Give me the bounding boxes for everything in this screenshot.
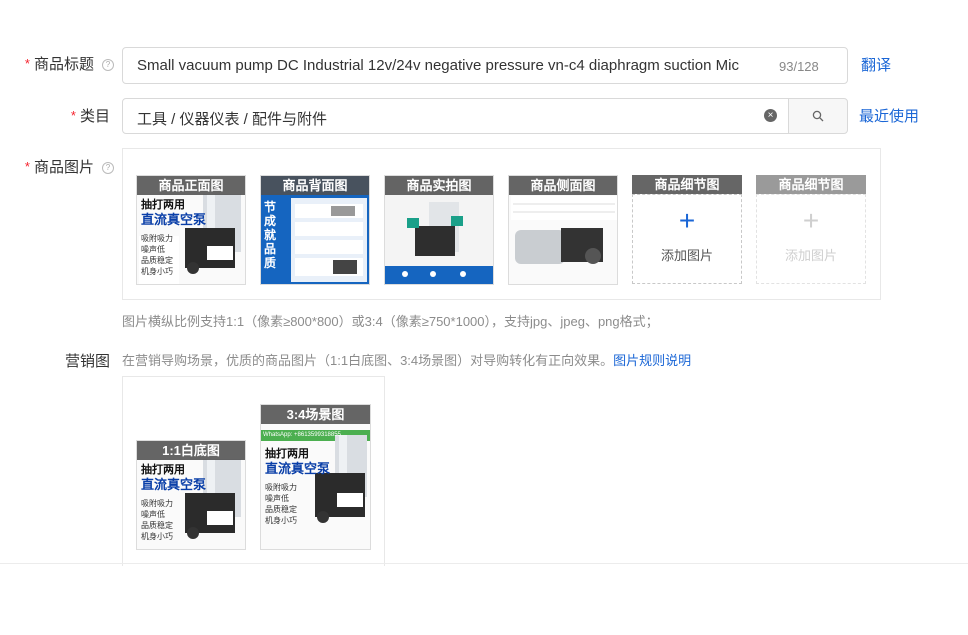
translate-link[interactable]: 翻译 (861, 54, 891, 75)
required-mark: * (24, 159, 30, 174)
image-headline-2: 直流真空泵 (265, 461, 331, 476)
image-tag: 商品背面图 (261, 176, 369, 195)
help-icon[interactable]: ? (102, 59, 114, 71)
image-bullet: 品质稳定 (141, 256, 173, 265)
image-bullet: 机身小巧 (265, 516, 297, 525)
image-bullet: 品质稳定 (141, 521, 173, 530)
image-tag: 商品细节图 (756, 175, 866, 194)
search-icon (812, 110, 824, 122)
image-bullet: 机身小巧 (141, 267, 173, 276)
images-label: * 商品图片? (14, 156, 114, 177)
vertical-char: 品 (264, 242, 277, 256)
vertical-char: 成 (264, 214, 277, 228)
top-cut-text (0, 0, 4, 5)
add-image-text: 添加图片 (784, 248, 837, 263)
vertical-char: 就 (264, 228, 277, 242)
category-label: * 类目 (14, 105, 110, 126)
image-bullet: 吸附吸力 (265, 483, 297, 492)
image-bullet: 机身小巧 (141, 532, 173, 541)
title-input-value: Small vacuum pump DC Industrial 12v/24v … (137, 57, 739, 74)
vertical-char: 节 (264, 200, 277, 214)
image-bullet: 吸附吸力 (141, 234, 173, 243)
images-label-text: 商品图片 (33, 159, 94, 176)
image-top-strip: WhatsApp: +8613599318855 (263, 432, 341, 438)
image-tag: 商品细节图 (632, 175, 742, 194)
image-bullet: 品质稳定 (265, 505, 297, 514)
title-input[interactable]: Small vacuum pump DC Industrial 12v/24v … (122, 47, 848, 84)
image-thumbnail-front[interactable]: 商品正面图 抽打两用 直流真空泵 吸附吸力 噪声低 品质稳定 机身小巧 (136, 175, 246, 285)
marketing-label: 营销图 (64, 353, 110, 370)
image-headline-2: 直流真空泵 (141, 477, 207, 492)
marketing-description-text: 在营销导购场景，优质的商品图片（1:1白底图、3:4场景图）对导购转化有正向效果… (122, 353, 614, 368)
required-mark: * (24, 56, 30, 71)
image-thumbnail-side[interactable]: 商品侧面图 (508, 175, 618, 285)
add-image-dropzone: + 添加图片 (756, 194, 866, 284)
image-bullet: 噪声低 (141, 510, 165, 519)
clear-icon[interactable]: × (764, 109, 777, 122)
title-label: * 商品标题? (14, 53, 114, 74)
category-search-button[interactable] (788, 98, 848, 134)
image-tag: 3:4场景图 (261, 405, 370, 424)
image-headline-2: 直流真空泵 (141, 212, 207, 227)
marketing-description: 在营销导购场景，优质的商品图片（1:1白底图、3:4场景图）对导购转化有正向效果… (122, 350, 691, 369)
add-image-placeholder-disabled: 商品细节图 + 添加图片 (756, 175, 866, 285)
plus-icon: + (802, 205, 820, 236)
images-hint: 图片横纵比例支持1:1（像素≥800*800）或3:4（像素≥750*1000）… (122, 314, 659, 329)
category-label-text: 类目 (79, 108, 110, 125)
bottom-divider (0, 563, 968, 564)
plus-icon: + (678, 205, 696, 236)
add-image-text: 添加图片 (660, 248, 713, 263)
image-vertical-text: 节 成 就 品 质 (264, 200, 278, 270)
image-rules-link[interactable]: 图片规则说明 (613, 353, 691, 368)
title-label-text: 商品标题 (33, 56, 94, 73)
image-tag: 商品正面图 (137, 176, 245, 195)
image-bullet: 吸附吸力 (141, 499, 173, 508)
image-bullet: 噪声低 (265, 494, 289, 503)
image-thumbnail-real[interactable]: 商品实拍图 (384, 175, 494, 285)
required-mark: * (70, 108, 76, 123)
title-char-counter: 93/128 (779, 59, 819, 74)
category-input[interactable]: 工具 / 仪器仪表 / 配件与附件 × (122, 98, 790, 134)
image-thumbnail-back[interactable]: 商品背面图 节 成 就 品 质 (260, 175, 370, 285)
category-input-value: 工具 / 仪器仪表 / 配件与附件 (137, 111, 328, 128)
image-bullet: 噪声低 (141, 245, 165, 254)
help-icon[interactable]: ? (102, 162, 114, 174)
vertical-char: 质 (264, 256, 277, 270)
marketing-image-square[interactable]: 1:1白底图 抽打两用 直流真空泵 吸附吸力 噪声低 品质稳定 机身小巧 (136, 440, 246, 550)
add-image-dropzone[interactable]: + 添加图片 (632, 194, 742, 284)
scene-product-image (261, 405, 370, 549)
marketing-image-portrait[interactable]: 3:4场景图 WhatsApp: +8613599318855 抽打两用 直流真… (260, 404, 371, 550)
image-tag: 商品侧面图 (509, 176, 617, 195)
recent-used-link[interactable]: 最近使用 (859, 105, 919, 126)
add-image-placeholder[interactable]: 商品细节图 + 添加图片 (632, 175, 742, 285)
image-tag: 商品实拍图 (385, 176, 493, 195)
image-tag: 1:1白底图 (137, 441, 245, 460)
